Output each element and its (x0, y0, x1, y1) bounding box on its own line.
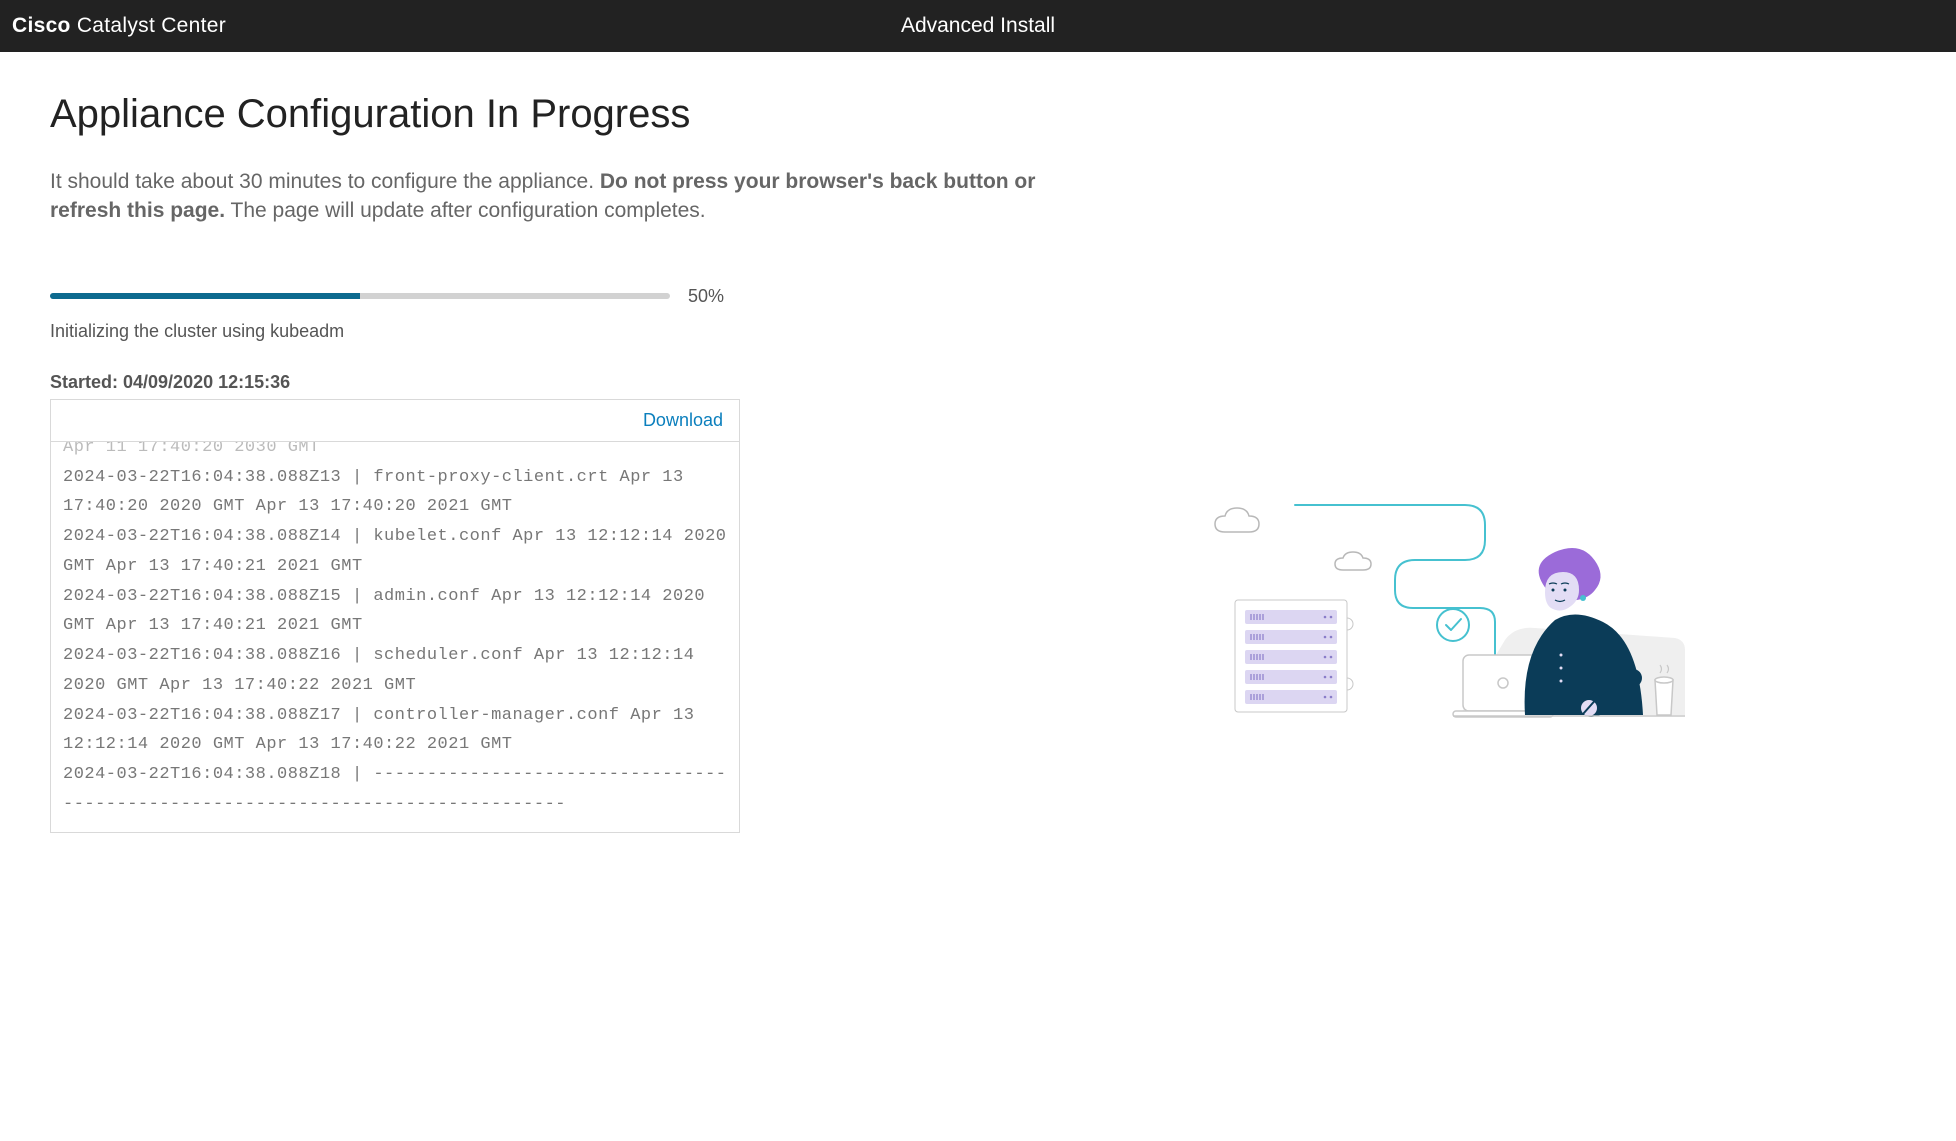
info-prefix: It should take about 30 minutes to confi… (50, 170, 600, 193)
page-title: Appliance Configuration In Progress (50, 92, 1150, 137)
right-column (1190, 92, 1690, 833)
progress-fill (50, 293, 360, 299)
log-card: Download Apr 11 17:40:20 2030 GMT2024-03… (50, 399, 740, 833)
illustration (1195, 490, 1685, 755)
download-link[interactable]: Download (643, 410, 723, 430)
progress-percent: 50% (688, 286, 724, 307)
left-column: Appliance Configuration In Progress It s… (50, 92, 1150, 833)
log-line: 2024-03-22T16:04:38.088Z16 | scheduler.c… (63, 641, 727, 701)
progress-track (50, 293, 670, 299)
brand-rest: Catalyst Center (71, 14, 226, 37)
progress-bar-row: 50% (50, 286, 1150, 307)
log-header: Download (51, 400, 739, 442)
header-title: Advanced Install (901, 14, 1055, 38)
brand-bold: Cisco (12, 14, 71, 37)
brand: Cisco Catalyst Center (12, 14, 226, 38)
log-body[interactable]: Apr 11 17:40:20 2030 GMT2024-03-22T16:04… (51, 442, 739, 832)
log-line: 2024-03-22T16:04:38.088Z14 | kubelet.con… (63, 522, 727, 582)
log-line: Apr 11 17:40:20 2030 GMT (63, 442, 727, 463)
log-line: 2024-03-22T16:04:38.088Z18 | -----------… (63, 760, 727, 820)
info-suffix: The page will update after configuration… (225, 199, 706, 222)
log-line: 2024-03-22T16:04:38.088Z17 | controller-… (63, 701, 727, 761)
started-timestamp: Started: 04/09/2020 12:15:36 (50, 372, 1150, 393)
progress-status: Initializing the cluster using kubeadm (50, 321, 1150, 342)
progress-section: 50% Initializing the cluster using kubea… (50, 286, 1150, 342)
log-line: 2024-03-22T16:04:38.088Z15 | admin.conf … (63, 582, 727, 642)
info-paragraph: It should take about 30 minutes to confi… (50, 167, 1110, 226)
app-header: Cisco Catalyst Center Advanced Install (0, 0, 1956, 52)
main-content: Appliance Configuration In Progress It s… (0, 52, 1956, 873)
log-line: 2024-03-22T16:04:38.088Z13 | front-proxy… (63, 463, 727, 523)
